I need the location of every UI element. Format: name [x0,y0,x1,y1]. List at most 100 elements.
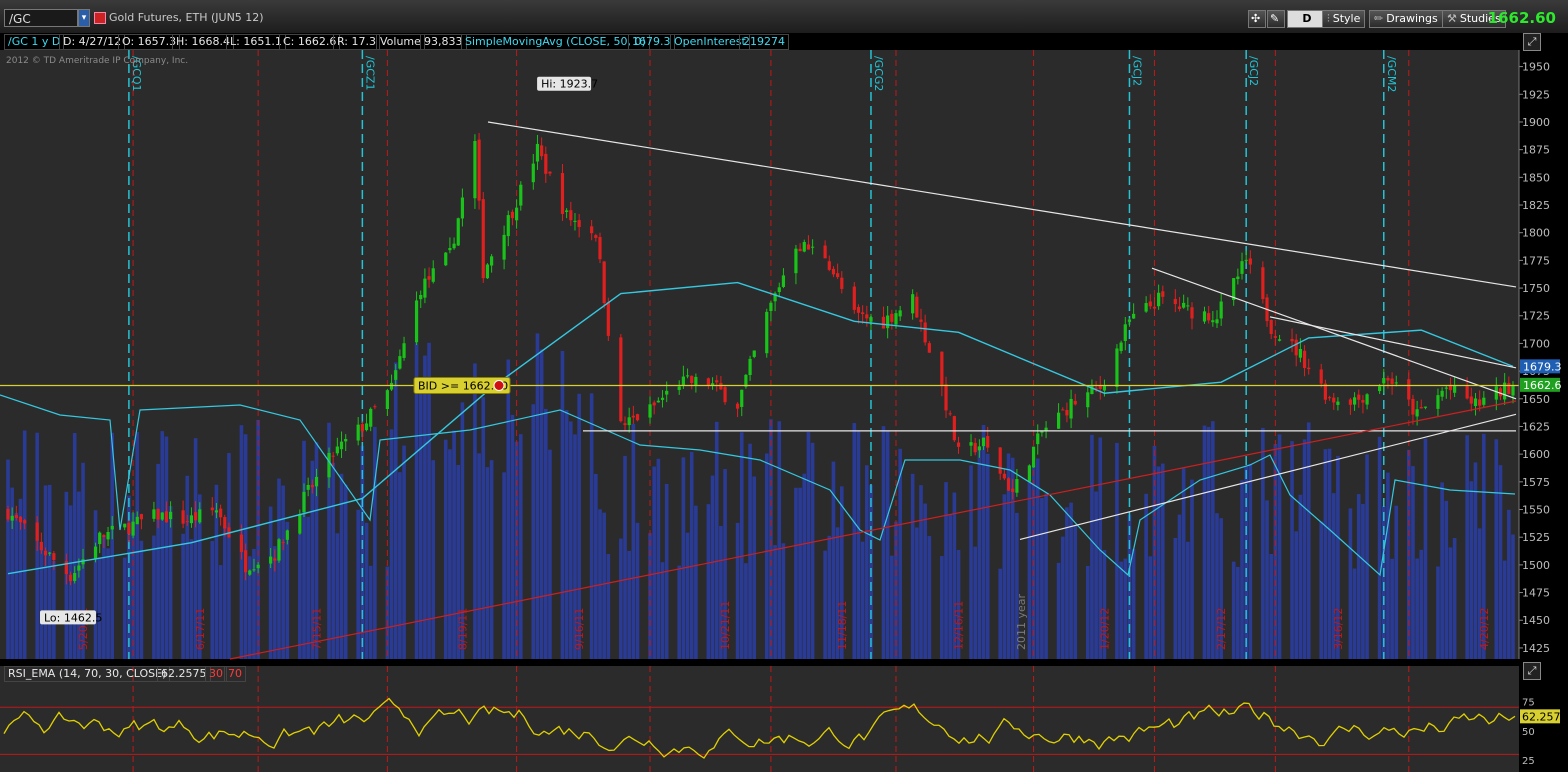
candle-body [331,455,335,457]
candle-body [98,532,102,545]
volume-bar [423,355,427,659]
candle-body [414,300,419,343]
volume-bar [222,525,227,659]
candle-body [219,508,223,518]
candle-body [1211,320,1215,323]
volume-bar [548,449,552,659]
candle-body [456,218,460,246]
crosshair-icon[interactable]: ✣ [1248,10,1266,28]
candle-body [164,511,169,523]
volume-bar [1411,466,1415,659]
volume-bar [594,473,598,659]
volume-bar [1277,434,1282,659]
y-tick-label: 1625 [1522,420,1550,433]
candle-body [1436,395,1440,409]
chart-id[interactable]: /GC 1 y D [4,34,65,50]
volume-bar [1361,503,1365,659]
symbol-flag-icon[interactable] [94,12,106,24]
symbol-input[interactable]: /GC [4,9,78,27]
bar-range: R: 17.3 [333,34,380,50]
volume-bar [810,442,815,659]
candle-body [1361,400,1365,403]
candle-body [948,413,952,415]
style-button[interactable]: ⫶ Style [1322,10,1366,28]
volume-bar [443,439,448,659]
candle-body [1144,303,1148,312]
candle-body [110,525,114,530]
candle-body [798,248,802,252]
candle-body [752,350,756,357]
candle-body [1173,298,1177,305]
style-label: Style [1332,12,1361,25]
expand-rsi-icon[interactable]: ⤢ [1523,662,1541,680]
candle-body [598,236,602,260]
volume-bar [531,404,536,659]
y-tick-label: 1600 [1522,448,1550,461]
volume-bar [364,522,369,659]
period-button[interactable]: D [1287,10,1327,28]
volume-bar [227,453,231,659]
y-tick-label: 1900 [1522,116,1550,129]
volume-bar [189,539,194,659]
contract-roll-label: /GCJ2 [1130,56,1143,86]
candle-body [635,414,640,421]
candle-body [273,558,277,561]
date-label: 2011 year [1015,593,1028,650]
volume-bar [744,563,748,659]
candle-body [631,415,635,418]
high-label: Hi: 1923.7 [541,78,598,91]
candle-body [1157,292,1161,307]
y-tick-label: 1725 [1522,310,1550,323]
last-price: 1662.60 [1487,9,1556,27]
candle-body [356,424,360,441]
date-label: 6/17/11 [194,608,207,650]
candle-body [577,220,581,228]
volume-bar [1115,442,1119,659]
volume-bar [110,432,115,659]
rsi-tick-label: 25 [1522,756,1535,767]
volume-bar [1498,465,1503,659]
candle-body [1127,319,1132,322]
rsi-label[interactable]: RSI_EMA (14, 70, 30, CLOSE) [4,666,171,682]
chevron-down-icon[interactable]: ▾ [78,9,90,27]
wrench-icon[interactable]: ✎ [1267,10,1285,28]
candle-body [852,286,856,310]
candle-body [252,569,256,571]
volume-bar [714,421,719,659]
candle-body [981,437,986,447]
sma-value: 1679.3 [628,34,675,50]
volume-label[interactable]: Volume [376,34,425,50]
candle-body [1006,478,1011,491]
date-label: 10/21/11 [719,601,732,650]
candle-body [77,565,81,571]
candle-body [369,408,373,427]
volume-bar [944,482,948,659]
candle-body [14,514,18,519]
candle-body [385,390,389,410]
expand-icon[interactable]: ⤢ [1523,33,1541,51]
candle-body [1056,412,1061,429]
candle-body [1119,342,1123,352]
volume-bar [910,473,915,659]
volume-value: 93,833 [420,34,467,50]
candle-body [1507,383,1511,395]
candle-body [1236,276,1240,280]
rsi-tick-label: 75 [1522,697,1535,708]
drawings-button[interactable]: ✏ Drawings [1369,10,1443,28]
candle-body [189,515,194,524]
candle-body [740,389,744,407]
candle-body [314,476,319,487]
oi-label[interactable]: OpenInterest [670,34,750,50]
volume-bar [1494,439,1499,659]
sma-label[interactable]: SimpleMovingAvg (CLOSE, 50, 0) [461,34,650,50]
candle-body [73,573,77,581]
candle-body [565,210,569,212]
candle-body [485,264,490,279]
candle-body [373,406,377,408]
price-chart[interactable]: 1950 1925 1900 1875 1850 1825 1800 1775 1750 1725… [0,50,1568,772]
candle-body [1407,379,1411,400]
volume-bar [152,535,156,659]
volume-bar [477,453,481,659]
candle-body [402,343,406,358]
bar-low: L: 1651.1 [226,34,286,50]
